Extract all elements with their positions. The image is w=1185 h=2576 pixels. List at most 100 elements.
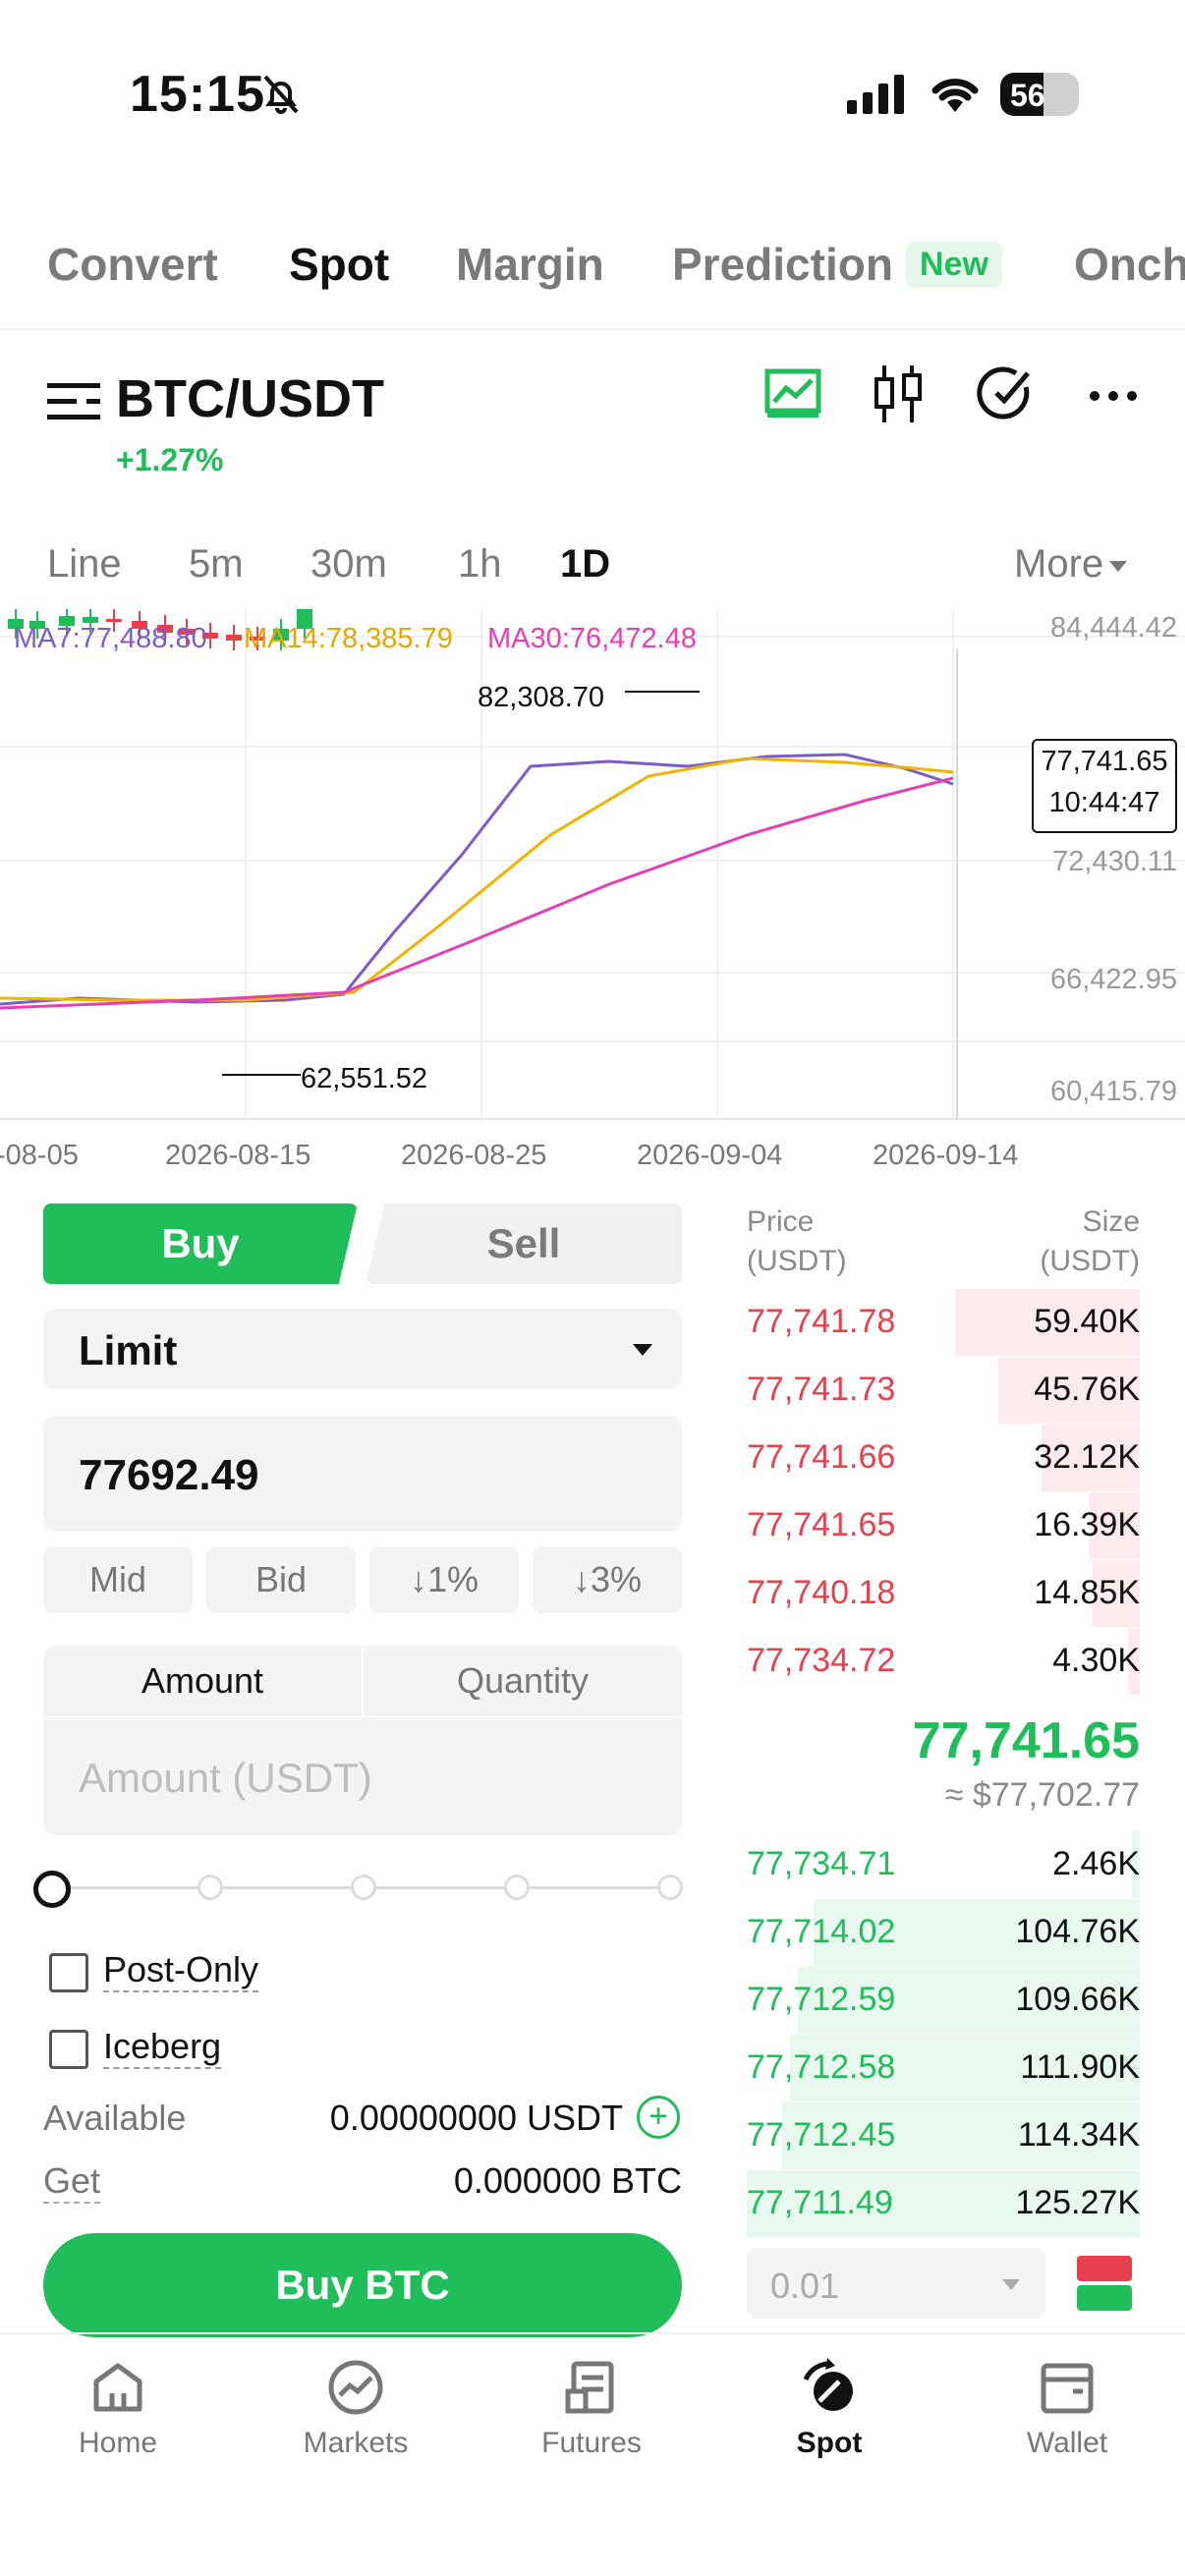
- amount-input[interactable]: Amount (USDT): [43, 1717, 682, 1835]
- sell-tab[interactable]: Sell: [366, 1204, 682, 1284]
- ma-lines: [0, 691, 954, 1076]
- nav-wallet-label: Wallet: [1026, 2427, 1108, 2459]
- post-only-checkbox[interactable]: [49, 1953, 88, 1992]
- nav-markets[interactable]: Markets: [277, 2358, 434, 2460]
- ask-price: 77,741.78: [747, 1303, 896, 1340]
- quick-bid-button[interactable]: Bid: [206, 1546, 356, 1613]
- y-ticks: 84,444.42 72,430.11 66,422.95 60,415.79: [1050, 612, 1177, 1107]
- current-price-label: 77,741.65: [1041, 746, 1168, 777]
- bid-price: 77,712.45: [747, 2116, 896, 2154]
- candlestick-icon[interactable]: [873, 365, 924, 427]
- markets-icon: [328, 2360, 383, 2415]
- bid-row[interactable]: 77,714.02 104.76K: [747, 1899, 1140, 1966]
- interval-line[interactable]: Line: [47, 542, 122, 587]
- slider-stop[interactable]: [504, 1875, 530, 1900]
- pair-symbol[interactable]: BTC/USDT: [116, 368, 384, 429]
- chart-toggle-icon[interactable]: [764, 368, 821, 424]
- ask-price: 77,741.66: [747, 1438, 896, 1476]
- tabs-divider: [0, 328, 1185, 330]
- bid-row[interactable]: 77,712.59 109.66K: [747, 1967, 1140, 2034]
- ask-price: 77,734.72: [747, 1642, 896, 1679]
- nav-home[interactable]: Home: [39, 2358, 197, 2460]
- precision-value: 0.01: [770, 2266, 840, 2306]
- bid-row[interactable]: 77,734.71 2.46K: [747, 1831, 1140, 1898]
- nav-home-label: Home: [78, 2427, 158, 2459]
- ask-size: 16.39K: [1034, 1506, 1140, 1543]
- price-change: +1.27%: [116, 442, 224, 477]
- precision-select[interactable]: 0.01: [747, 2248, 1045, 2319]
- tab-prediction[interactable]: Prediction: [672, 238, 893, 291]
- ask-size: 4.30K: [1052, 1642, 1140, 1679]
- ask-size: 14.85K: [1034, 1574, 1140, 1611]
- amount-tab[interactable]: Amount: [43, 1646, 364, 1716]
- ma14-line: [0, 756, 954, 1002]
- ma7-line: [0, 753, 954, 1006]
- quick-minus3-button[interactable]: ↓3%: [533, 1546, 682, 1613]
- more-intervals-label: More: [1014, 542, 1104, 586]
- ask-row[interactable]: 77,734.72 4.30K: [747, 1628, 1140, 1695]
- ma14-label: MA14:78,385.79: [244, 623, 453, 654]
- x-tick: 2026-09-04: [637, 1140, 783, 1171]
- interval-5m[interactable]: 5m: [189, 542, 244, 587]
- ma30-label: MA30:76,472.48: [487, 623, 697, 654]
- bid-size: 111.90K: [1020, 2048, 1140, 2086]
- y-tick-label: 84,444.42: [1050, 612, 1177, 644]
- candle: [226, 635, 242, 641]
- battery-level: 56: [1010, 78, 1045, 113]
- ask-row[interactable]: 77,741.73 45.76K: [747, 1357, 1140, 1424]
- history-check-icon[interactable]: [977, 365, 1034, 427]
- order-type-select[interactable]: Limit: [43, 1309, 682, 1389]
- slider-stop[interactable]: [657, 1875, 683, 1900]
- book-layout-icon[interactable]: [1077, 2256, 1132, 2316]
- ask-row[interactable]: 77,741.66 32.12K: [747, 1425, 1140, 1491]
- iceberg-checkbox[interactable]: [49, 2030, 88, 2069]
- menu-icon[interactable]: [47, 381, 100, 425]
- quick-mid-button[interactable]: Mid: [43, 1546, 193, 1613]
- more-intervals[interactable]: More: [1014, 542, 1128, 587]
- ma7-label: MA7:77,488.80: [14, 623, 207, 654]
- interval-1h[interactable]: 1h: [458, 542, 502, 587]
- post-only-label[interactable]: Post-Only: [103, 1949, 259, 1992]
- bid-size: 109.66K: [1015, 1981, 1140, 2018]
- quantity-tab[interactable]: Quantity: [364, 1646, 682, 1716]
- price-unit-label: (USDT): [747, 1245, 847, 1277]
- ask-size: 32.12K: [1034, 1438, 1140, 1476]
- iceberg-label[interactable]: Iceberg: [103, 2026, 222, 2069]
- buy-btc-button[interactable]: Buy BTC: [43, 2233, 682, 2337]
- orderbook-price-header: Price (USDT): [747, 1203, 847, 1281]
- more-options-icon[interactable]: [1089, 389, 1138, 407]
- ask-row[interactable]: 77,741.78 59.40K: [747, 1289, 1140, 1356]
- slider-handle[interactable]: [33, 1871, 71, 1908]
- new-badge: New: [906, 242, 1002, 288]
- nav-spot-label: Spot: [796, 2427, 863, 2459]
- current-price-box: 77,741.65 10:44:47: [1032, 739, 1177, 833]
- tab-margin[interactable]: Margin: [456, 238, 604, 291]
- caret-down-icon: [633, 1344, 652, 1356]
- tab-convert[interactable]: Convert: [47, 238, 218, 291]
- available-label: Available: [43, 2098, 187, 2138]
- nav-futures[interactable]: Futures: [513, 2358, 670, 2460]
- tab-onchain[interactable]: Onch: [1074, 238, 1185, 291]
- deposit-plus-icon[interactable]: +: [637, 2096, 680, 2139]
- price-input[interactable]: 77692.49: [43, 1416, 682, 1532]
- nav-divider: [0, 2332, 1185, 2334]
- last-price: 77,741.65: [912, 1712, 1140, 1769]
- quick-minus1-button[interactable]: ↓1%: [369, 1546, 519, 1613]
- bell-muted-icon: [257, 71, 305, 123]
- interval-30m[interactable]: 30m: [310, 542, 387, 587]
- slider-stop[interactable]: [351, 1875, 376, 1900]
- bid-row[interactable]: 77,712.45 114.34K: [747, 2102, 1140, 2169]
- nav-spot[interactable]: Spot: [751, 2358, 908, 2460]
- ask-row[interactable]: 77,741.65 16.39K: [747, 1492, 1140, 1559]
- nav-wallet[interactable]: Wallet: [988, 2358, 1146, 2460]
- bid-row[interactable]: 77,712.58 111.90K: [747, 2035, 1140, 2101]
- bid-row[interactable]: 77,711.49 125.27K: [747, 2170, 1140, 2237]
- y-tick-label: 72,430.11: [1052, 846, 1177, 877]
- slider-stop[interactable]: [198, 1875, 223, 1900]
- interval-1d[interactable]: 1D: [560, 542, 610, 587]
- buy-tab[interactable]: Buy: [43, 1204, 358, 1284]
- ask-row[interactable]: 77,740.18 14.85K: [747, 1560, 1140, 1627]
- ask-price: 77,741.65: [747, 1506, 896, 1543]
- ask-price: 77,741.73: [747, 1371, 896, 1408]
- tab-spot[interactable]: Spot: [289, 238, 389, 291]
